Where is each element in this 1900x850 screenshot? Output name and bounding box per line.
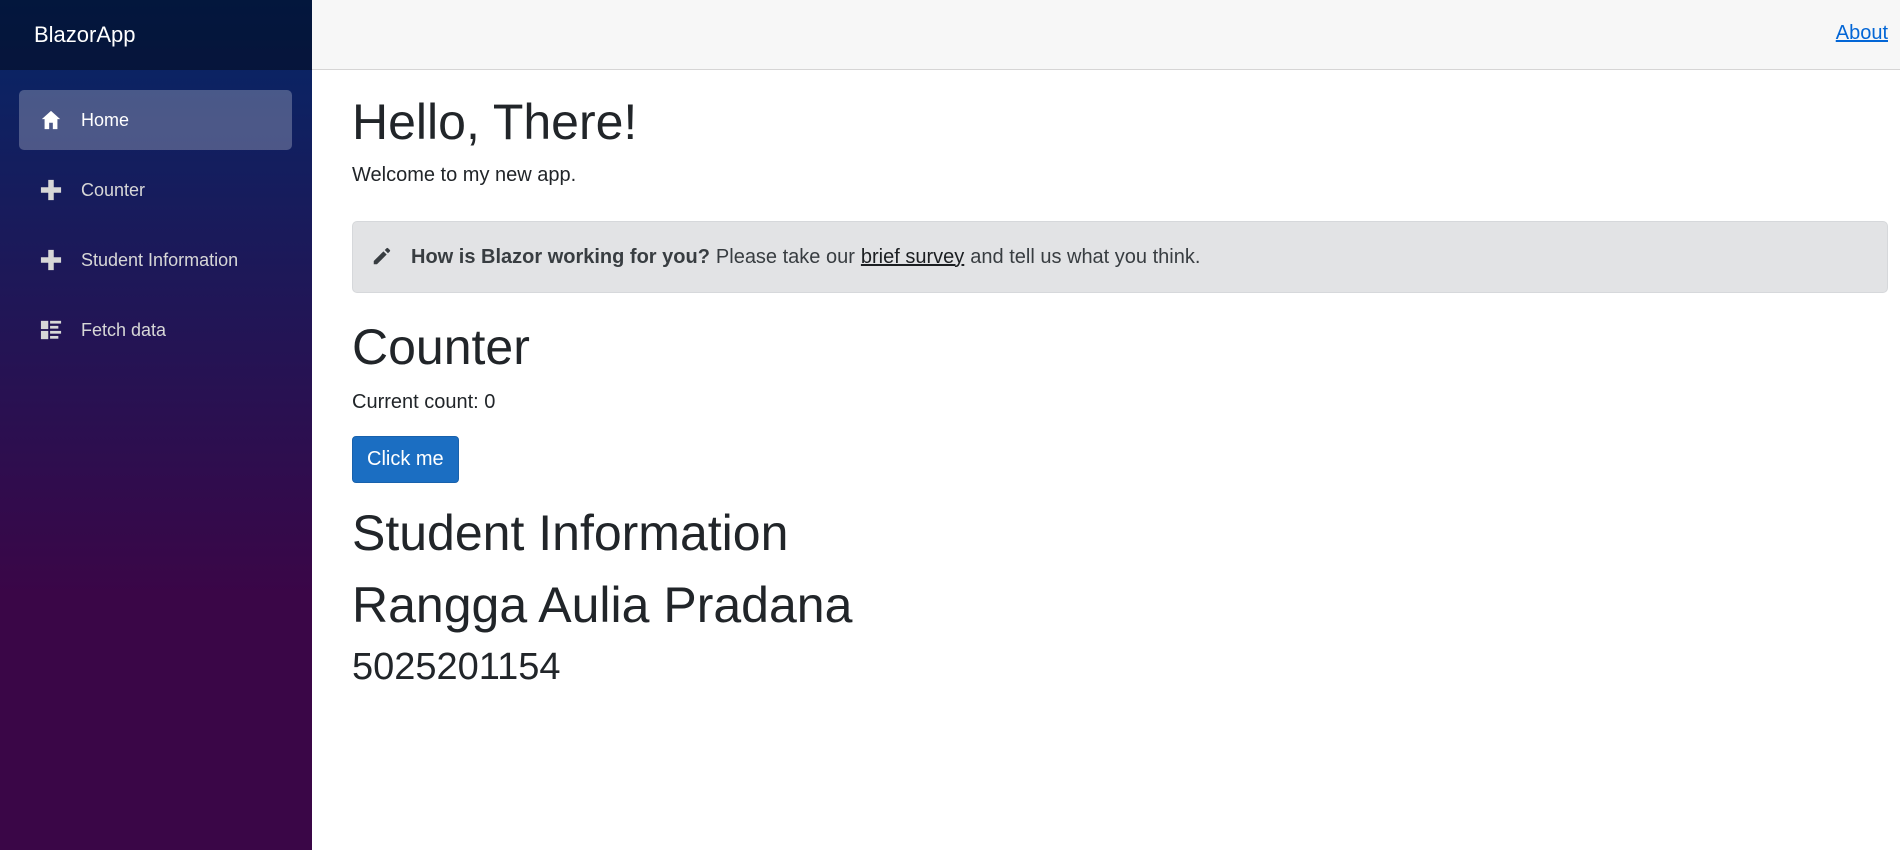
- counter-title: Counter: [352, 319, 530, 375]
- home-icon: [39, 108, 63, 132]
- sidebar-item-label: Counter: [81, 179, 146, 200]
- sidebar-item-home[interactable]: Home: [19, 90, 292, 150]
- sidebar-item-label: Student Information: [81, 249, 239, 270]
- student-information-title: Student Information: [352, 505, 789, 561]
- survey-question: How is Blazor working for you?: [411, 245, 710, 268]
- sidebar-item-fetch-data[interactable]: Fetch data: [19, 300, 292, 360]
- sidebar-item-label: Fetch data: [81, 319, 167, 340]
- sidebar-item-student-information[interactable]: Student Information: [19, 230, 292, 290]
- plus-icon: [39, 248, 63, 272]
- survey-link[interactable]: brief survey: [861, 246, 964, 269]
- survey-text-after: and tell us what you think.: [970, 245, 1201, 268]
- student-id: 5025201154: [352, 646, 561, 688]
- survey-text-before: Please take our: [715, 245, 855, 268]
- sidebar-item-label: Home: [81, 109, 130, 130]
- nav-menu: Home Counter Student Information Fetch d…: [0, 70, 312, 360]
- survey-alert: How is Blazor working for you? Please ta…: [352, 221, 1888, 293]
- sidebar: BlazorApp Home Counter Student Informati…: [0, 0, 312, 850]
- brand-link[interactable]: BlazorApp: [34, 22, 136, 48]
- about-link[interactable]: About: [1836, 22, 1888, 45]
- pencil-icon: [371, 245, 395, 269]
- page-title: Hello, There!: [352, 94, 638, 150]
- welcome-text: Welcome to my new app.: [352, 164, 577, 186]
- click-me-button[interactable]: Click me: [352, 436, 459, 483]
- brand-bar: BlazorApp: [0, 0, 312, 70]
- list-icon: [39, 318, 63, 342]
- top-bar: About: [312, 0, 1900, 70]
- student-name: Rangga Aulia Pradana: [352, 577, 853, 633]
- plus-icon: [39, 178, 63, 202]
- current-count: Current count: 0: [352, 391, 496, 413]
- main-content: Hello, There! Welcome to my new app. How…: [352, 70, 1888, 691]
- sidebar-item-counter[interactable]: Counter: [19, 160, 292, 220]
